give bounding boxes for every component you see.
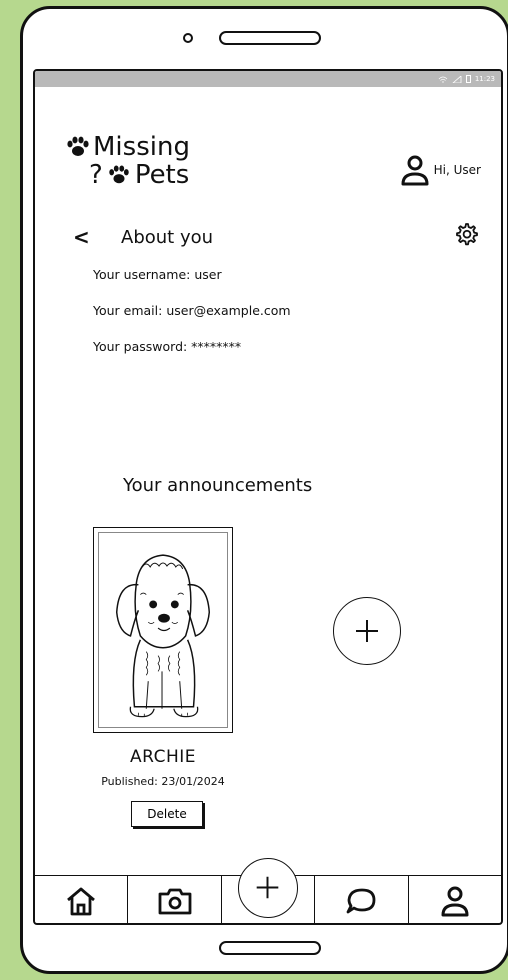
bottom-navigation: [35, 858, 501, 923]
chat-icon: [347, 888, 376, 913]
nav-home[interactable]: [35, 876, 129, 923]
logo-pets-text: Pets: [134, 160, 190, 190]
user-icon: [401, 155, 429, 186]
app-logo[interactable]: Missing ? Pets: [65, 133, 190, 189]
nav-add[interactable]: [222, 858, 316, 923]
speaker-bar: [219, 31, 321, 45]
user-greeting[interactable]: Hi, User: [400, 153, 481, 187]
published-date: Published: 23/01/2024: [101, 775, 225, 788]
announcement-card[interactable]: [93, 527, 233, 733]
add-fab-button[interactable]: [238, 858, 299, 918]
home-indicator: [219, 941, 321, 955]
home-icon: [67, 887, 96, 915]
camera-icon: [158, 888, 192, 914]
nav-chat[interactable]: [315, 876, 409, 923]
email-text: Your email: user@example.com: [93, 303, 291, 318]
page-title: About you: [121, 227, 214, 248]
battery-icon: [465, 75, 471, 83]
logo-question-mark: ?: [89, 160, 103, 190]
status-bar: 11:23: [35, 71, 501, 87]
app-header: Missing ? Pets Hi, User: [35, 87, 501, 217]
user-icon: [441, 886, 469, 916]
nav-profile[interactable]: [409, 876, 501, 923]
pet-name: ARCHIE: [129, 747, 196, 767]
back-button[interactable]: <: [73, 225, 90, 249]
nav-camera[interactable]: [128, 876, 222, 923]
add-announcement-button[interactable]: [333, 597, 401, 665]
app-screen: 11:23 Missing ? Pets Hi, User < About yo…: [33, 69, 503, 925]
gear-icon[interactable]: [453, 221, 479, 247]
paw-icon: [67, 136, 89, 156]
announcements-title: Your announcements: [123, 475, 313, 496]
about-header: < About you: [35, 217, 501, 257]
status-time: 11:23: [474, 75, 495, 83]
delete-button[interactable]: Delete: [131, 801, 203, 827]
wifi-icon: [438, 76, 448, 83]
logo-missing-text: Missing: [93, 132, 190, 162]
plus-icon: [256, 876, 279, 899]
paw-icon: [109, 165, 129, 184]
greeting-text: Hi, User: [433, 163, 481, 177]
signal-icon: [452, 75, 462, 83]
camera-dot: [183, 33, 193, 43]
username-text: Your username: user: [93, 267, 222, 282]
phone-frame: 11:23 Missing ? Pets Hi, User < About yo…: [20, 6, 508, 974]
account-info: Your username: user Your email: user@exa…: [35, 257, 501, 365]
dog-sketch-image: [115, 554, 211, 718]
pet-image: [98, 532, 228, 728]
password-text: Your password: ********: [93, 339, 242, 354]
plus-icon: [356, 620, 378, 642]
